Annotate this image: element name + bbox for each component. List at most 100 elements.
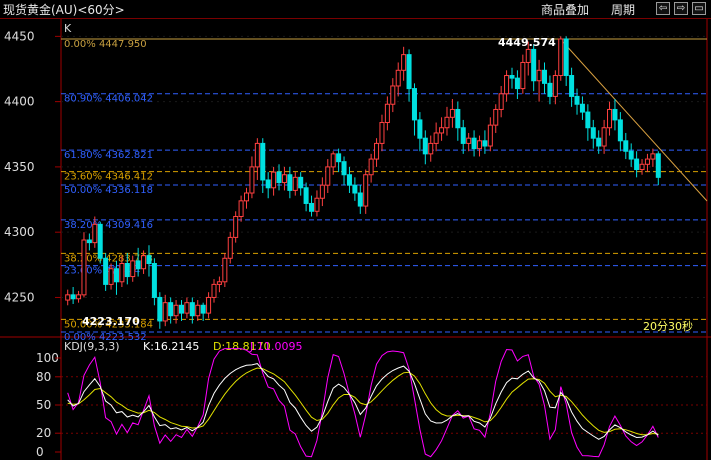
- candle: [233, 211, 239, 243]
- candle-body: [520, 61, 526, 90]
- candle: [444, 106, 450, 136]
- price-tick-label: 4350: [4, 160, 35, 174]
- candle: [254, 138, 260, 180]
- candle-body: [558, 38, 564, 77]
- candle: [536, 59, 542, 102]
- candle-body: [504, 75, 510, 95]
- candle: [514, 70, 520, 100]
- candle: [487, 117, 493, 152]
- fib-label: 50.00% 4336.118: [64, 185, 153, 196]
- candle-body: [281, 174, 287, 184]
- candle-body: [384, 103, 390, 124]
- candle-body: [244, 192, 250, 202]
- candle-body: [189, 302, 195, 317]
- candle: [341, 156, 347, 186]
- high-price-label: 4449.574: [498, 36, 556, 49]
- candle: [634, 151, 640, 178]
- candle: [509, 67, 515, 89]
- candle: [352, 177, 358, 201]
- candle-body: [206, 296, 212, 314]
- candle-body: [634, 158, 640, 171]
- price-grid: [61, 35, 707, 298]
- candle: [569, 67, 575, 107]
- candle-body: [173, 304, 179, 317]
- candle: [476, 135, 482, 157]
- candle: [97, 221, 103, 264]
- candle-body: [238, 200, 244, 218]
- candle-body: [135, 260, 141, 270]
- price-tick-label: 4400: [4, 95, 35, 109]
- candle: [623, 132, 629, 160]
- kdj-lines: [67, 348, 659, 458]
- candle-body: [476, 140, 482, 150]
- candle-body: [336, 153, 342, 163]
- candle-body: [455, 108, 461, 129]
- kdj-axis: 1008050200: [36, 351, 61, 459]
- candle-body: [590, 127, 596, 139]
- candle-body: [449, 108, 455, 118]
- candle-body: [607, 108, 613, 129]
- candle-body: [330, 153, 336, 168]
- candle: [86, 233, 92, 251]
- candle-body: [249, 166, 255, 194]
- countdown-timer: 20分30秒: [643, 319, 693, 333]
- candle: [520, 54, 526, 94]
- candle-body: [379, 122, 385, 144]
- candle: [411, 83, 417, 136]
- candle: [76, 290, 82, 303]
- candle-body: [195, 304, 201, 317]
- candle-body: [97, 223, 103, 259]
- candle: [249, 156, 255, 199]
- candle-body: [70, 294, 76, 300]
- candle: [265, 172, 271, 199]
- candle: [504, 70, 510, 102]
- candle: [401, 46, 407, 81]
- candle-body: [124, 263, 130, 278]
- candle-body: [374, 142, 380, 160]
- candle: [173, 300, 179, 324]
- price-axis: 4450 4400 4350 4300 4250: [4, 29, 61, 304]
- candle-body: [157, 296, 163, 322]
- candle-body: [552, 75, 558, 97]
- candle-body: [623, 140, 629, 152]
- candle-body: [612, 108, 618, 121]
- candle-body: [422, 137, 428, 155]
- trend-line[interactable]: [562, 41, 708, 202]
- candle: [206, 292, 212, 319]
- candle-body: [574, 95, 580, 105]
- candle-body: [471, 137, 477, 150]
- candle-body: [254, 142, 260, 168]
- candle-body: [628, 150, 634, 160]
- candle: [471, 130, 477, 157]
- candle: [227, 232, 233, 264]
- candle-body: [108, 268, 114, 285]
- candle-body: [352, 184, 358, 194]
- candle: [184, 297, 190, 319]
- candle: [363, 169, 369, 214]
- candle: [466, 132, 472, 152]
- candle-body: [596, 137, 602, 147]
- candle-body: [493, 108, 499, 126]
- candle-body: [417, 119, 423, 139]
- trend-line-segment[interactable]: [562, 41, 708, 202]
- candle-body: [428, 142, 434, 155]
- candle-body: [542, 69, 548, 84]
- candle-body: [103, 257, 109, 285]
- candle-body: [460, 127, 466, 144]
- candle-body: [368, 158, 374, 176]
- candle: [460, 119, 466, 154]
- candle-body: [178, 304, 184, 314]
- candle-body: [325, 166, 331, 186]
- kdj-tick-label: 50: [36, 398, 51, 412]
- candle: [644, 153, 650, 173]
- candle-body: [141, 255, 147, 270]
- candle: [298, 172, 304, 196]
- candle-body: [406, 54, 412, 90]
- candle-body: [482, 140, 488, 147]
- candle: [422, 130, 428, 165]
- candle: [151, 258, 157, 306]
- price-chart[interactable]: K 0.00% 4447.950 80.90% 4406.042 61.80% 43…: [0, 0, 711, 460]
- candle: [617, 112, 623, 152]
- candle-body: [119, 263, 125, 283]
- candle: [493, 104, 499, 133]
